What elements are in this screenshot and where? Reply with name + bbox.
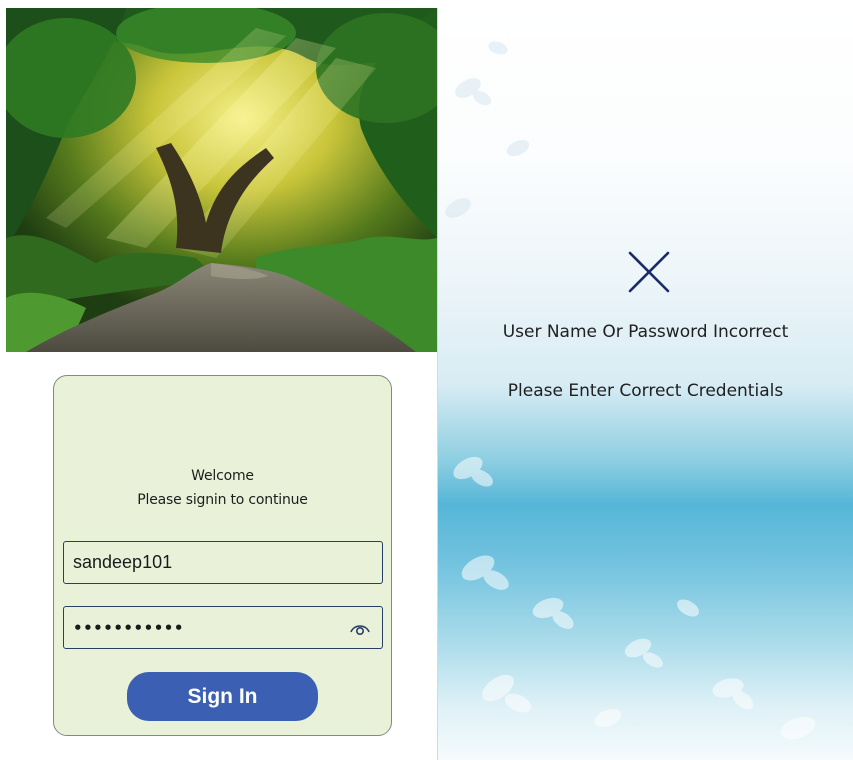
close-icon	[628, 251, 670, 293]
forest-path-image	[6, 8, 437, 352]
password-value: •••••••••••	[73, 618, 184, 637]
username-value: sandeep101	[73, 552, 173, 572]
welcome-text: Welcome Please signin to continue	[54, 464, 391, 512]
username-input[interactable]: sandeep101	[63, 541, 383, 584]
password-input[interactable]: •••••••••••	[63, 606, 383, 649]
welcome-title: Welcome	[191, 468, 254, 484]
login-panel: Welcome Please signin to continue sandee…	[6, 8, 437, 760]
error-panel: User Name Or Password Incorrect Please E…	[437, 8, 853, 760]
sign-in-button[interactable]: Sign In	[127, 672, 318, 721]
welcome-subtitle: Please signin to continue	[137, 492, 308, 508]
error-message: User Name Or Password Incorrect	[502, 322, 789, 342]
error-hint: Please Enter Correct Credentials	[507, 381, 784, 401]
login-card: Welcome Please signin to continue sandee…	[53, 375, 392, 736]
eye-icon[interactable]	[348, 617, 372, 639]
